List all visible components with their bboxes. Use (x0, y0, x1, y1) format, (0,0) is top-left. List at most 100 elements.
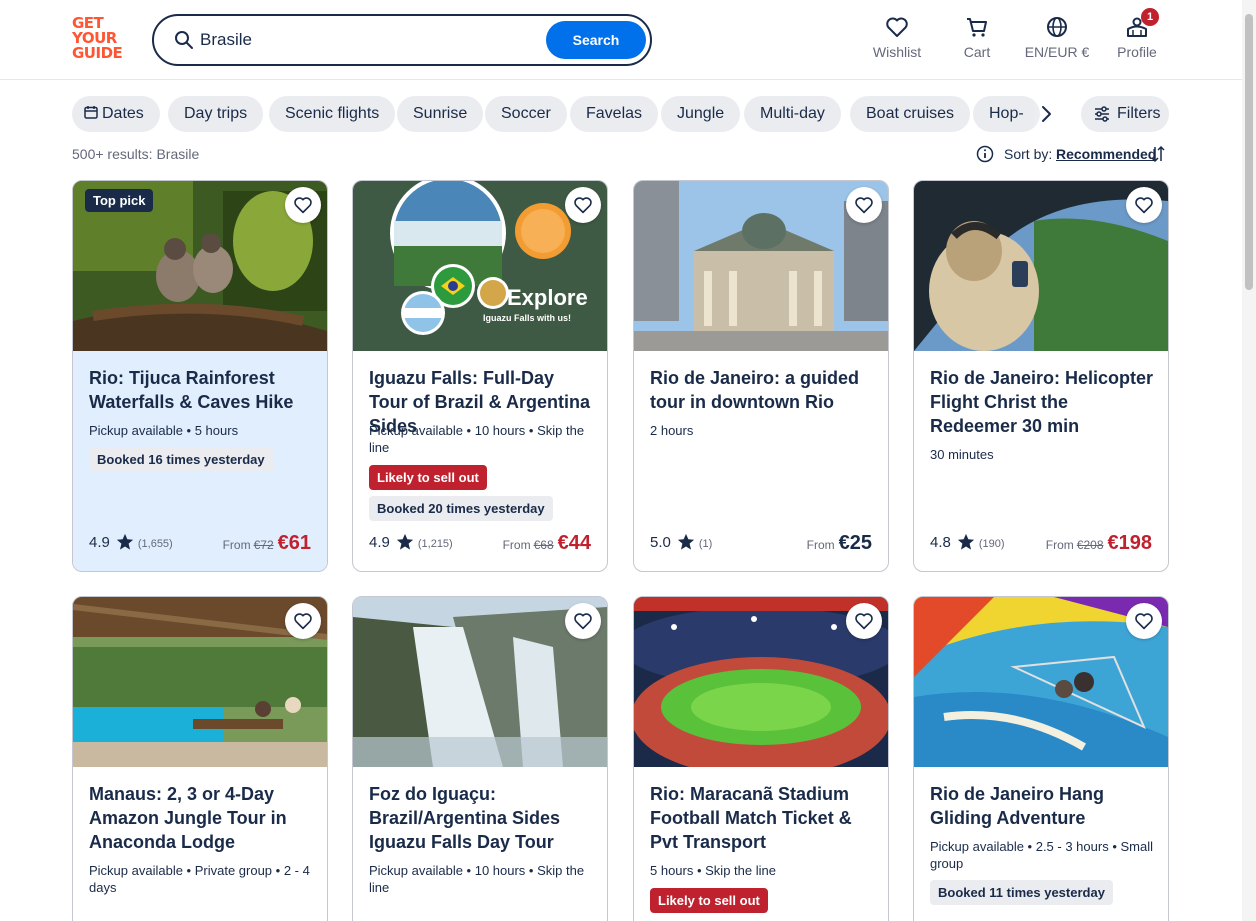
card-title[interactable]: Rio: Tijuca Rainforest Waterfalls & Cave… (89, 366, 313, 414)
wishlist-heart-button[interactable] (285, 187, 321, 223)
wishlist-heart-button[interactable] (285, 603, 321, 639)
heart-icon (574, 613, 592, 630)
price: From €68 €44 (503, 531, 591, 555)
nav-cart[interactable]: Cart (960, 16, 994, 64)
heart-icon (886, 17, 908, 37)
heart-icon (855, 197, 873, 214)
nav-profile-label: Profile (1117, 44, 1157, 60)
review-count: (190) (978, 538, 1005, 550)
chip-day-trips[interactable]: Day trips (168, 96, 264, 132)
chip-dates-label: Dates (102, 105, 144, 122)
chip-sunrise[interactable]: Sunrise (397, 96, 484, 132)
nav-profile[interactable]: 1 Profile (1116, 8, 1159, 64)
activity-card[interactable]: Rio de Janeiro: Helicopter Flight Christ… (913, 180, 1169, 572)
sort-value[interactable]: Recommended (1056, 146, 1156, 162)
rating-value: 4.9 (89, 534, 110, 551)
chevron-right-icon[interactable] (1036, 104, 1056, 124)
card-title[interactable]: Rio de Janeiro: a guided tour in downtow… (650, 366, 874, 414)
chip-scenic-flights[interactable]: Scenic flights (269, 96, 396, 132)
card-body: Rio de Janeiro: Helicopter Flight Christ… (914, 351, 1168, 571)
chip-boat-cruises[interactable]: Boat cruises (850, 96, 971, 132)
nav-cart-label: Cart (963, 44, 991, 60)
heart-icon (574, 197, 592, 214)
filters-label: Filters (1117, 105, 1161, 122)
page-scrollbar[interactable] (1242, 0, 1256, 921)
card-body: Iguazu Falls: Full-Day Tour of Brazil & … (353, 351, 607, 571)
activity-card[interactable]: Rio de Janeiro: a guided tour in downtow… (633, 180, 889, 572)
booked-badge: Booked 11 times yesterday (930, 880, 1113, 905)
rating: 4.9 (1,655) (89, 531, 173, 555)
card-meta: 5 hours • Skip the line (650, 863, 776, 878)
activity-card[interactable]: Rio: Maracanã Stadium Football Match Tic… (633, 596, 889, 921)
activity-card[interactable]: Foz do Iguaçu: Brazil/Argentina Sides Ig… (352, 596, 608, 921)
promo-text: Explore (507, 285, 588, 310)
current-price: €61 (277, 532, 311, 554)
globe-icon (1047, 17, 1067, 37)
wishlist-heart-button[interactable] (1126, 187, 1162, 223)
current-price: €198 (1107, 532, 1153, 554)
wishlist-heart-button[interactable] (846, 603, 882, 639)
sort-label: Sort by: (1004, 146, 1053, 162)
current-price: €25 (838, 532, 872, 554)
activity-card[interactable]: Top pick Rio: Tijuca Rainforest Waterfal… (72, 180, 328, 572)
info-icon[interactable] (976, 145, 994, 163)
price: From €25 (807, 531, 872, 555)
chip-dates[interactable]: Dates (72, 96, 160, 132)
chip-jungle[interactable]: Jungle (661, 96, 741, 132)
scrollbar-thumb[interactable] (1245, 14, 1253, 290)
card-body: Rio: Tijuca Rainforest Waterfalls & Cave… (73, 351, 327, 571)
card-body: Foz do Iguaçu: Brazil/Argentina Sides Ig… (353, 767, 607, 921)
card-title[interactable]: Rio de Janeiro: Helicopter Flight Christ… (930, 366, 1154, 438)
top-pick-badge: Top pick (85, 189, 154, 212)
search-input[interactable] (200, 28, 530, 52)
chip-hop[interactable]: Hop- (973, 96, 1040, 132)
getyourguide-logo[interactable]: GET YOUR GUIDE (72, 16, 130, 64)
sort-arrows-icon[interactable] (1150, 145, 1166, 163)
rating-value: 4.9 (369, 534, 390, 551)
heart-icon (294, 613, 312, 630)
current-price: €44 (557, 532, 591, 554)
chip-soccer[interactable]: Soccer (485, 96, 567, 132)
heart-icon (855, 613, 873, 630)
calendar-icon (84, 106, 98, 119)
nav-language-label: EN/EUR € (1024, 44, 1090, 60)
activity-card[interactable]: Rio de Janeiro Hang Gliding Adventure Pi… (913, 596, 1169, 921)
card-title[interactable]: Rio: Maracanã Stadium Football Match Tic… (650, 782, 874, 854)
activity-card[interactable]: Explore Iguazu Falls with us! Iguazu Fal… (352, 180, 608, 572)
card-title[interactable]: Manaus: 2, 3 or 4-Day Amazon Jungle Tour… (89, 782, 313, 854)
review-count: (1) (698, 538, 713, 550)
wishlist-heart-button[interactable] (846, 187, 882, 223)
likely-to-sell-out-badge: Likely to sell out (369, 465, 487, 490)
chip-favelas[interactable]: Favelas (570, 96, 659, 132)
price-from-label: From (502, 538, 531, 552)
card-body: Rio de Janeiro: a guided tour in downtow… (634, 351, 888, 571)
rating: 4.8 (190) (930, 531, 1005, 555)
search-button[interactable]: Search (546, 21, 646, 59)
price-from-label: From (806, 538, 835, 552)
filters-button[interactable]: Filters (1081, 96, 1169, 132)
star-icon (957, 533, 974, 550)
star-icon (116, 533, 133, 550)
wishlist-heart-button[interactable] (1126, 603, 1162, 639)
activity-card[interactable]: Manaus: 2, 3 or 4-Day Amazon Jungle Tour… (72, 596, 328, 921)
card-meta: Pickup available • 10 hours • Skip the l… (369, 423, 585, 455)
cart-icon (967, 18, 987, 37)
heart-icon (1135, 613, 1153, 630)
search-icon (174, 30, 194, 55)
review-count: (1,215) (417, 538, 453, 550)
card-title[interactable]: Foz do Iguaçu: Brazil/Argentina Sides Ig… (369, 782, 593, 854)
nav-wishlist[interactable]: Wishlist (872, 16, 922, 64)
card-title[interactable]: Rio de Janeiro Hang Gliding Adventure (930, 782, 1154, 830)
star-icon (677, 533, 694, 550)
wishlist-heart-button[interactable] (565, 187, 601, 223)
nav-language-currency[interactable]: EN/EUR € (1022, 16, 1092, 64)
card-meta: Pickup available • 10 hours • Skip the l… (369, 863, 585, 895)
card-body: Rio de Janeiro Hang Gliding Adventure Pi… (914, 767, 1168, 921)
chip-multi-day[interactable]: Multi-day (744, 96, 841, 132)
original-price: €72 (253, 538, 274, 552)
wishlist-heart-button[interactable] (565, 603, 601, 639)
rating-value: 4.8 (930, 534, 951, 551)
rating-value: 5.0 (650, 534, 671, 551)
card-meta: Pickup available • 5 hours (89, 423, 239, 438)
sliders-icon (1095, 106, 1109, 122)
